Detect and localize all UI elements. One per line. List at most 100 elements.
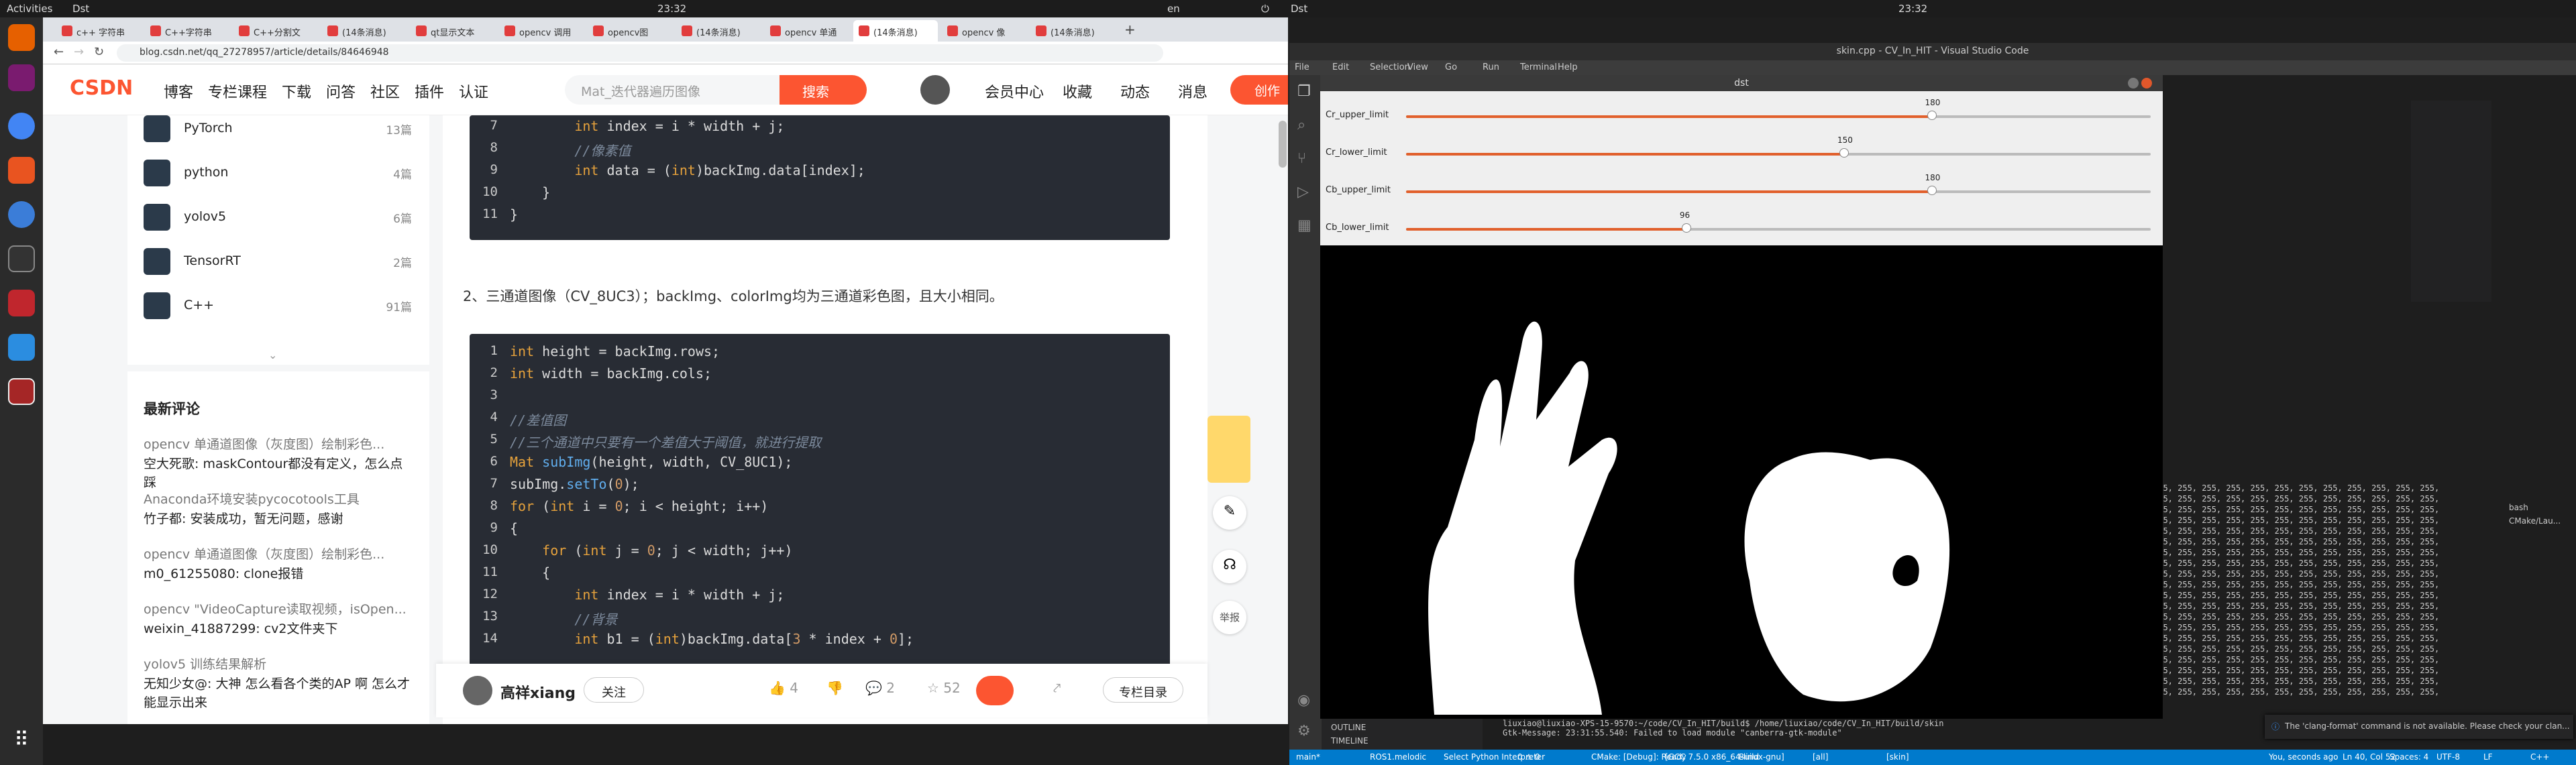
nav-item[interactable]: 问答	[326, 80, 356, 102]
status-item[interactable]: Spaces: 4	[2390, 752, 2428, 762]
comment-article-link[interactable]: opencv "VideoCapture读取视频，isOpen...	[144, 599, 407, 617]
explorer-icon[interactable]: ❐	[1297, 83, 1311, 100]
settings-gear-icon[interactable]: ⚙	[1297, 723, 1311, 740]
search-icon[interactable]: ⌕	[1297, 117, 1305, 133]
column-item[interactable]: TensorRT 2篇	[144, 244, 419, 278]
menu-item[interactable]: Terminal	[1520, 62, 1557, 72]
like-button[interactable]: 👍 4	[769, 680, 798, 696]
trackbar-track[interactable]: 180	[1406, 98, 2151, 120]
active-app-label[interactable]: Dst	[72, 3, 89, 15]
recorder-icon[interactable]	[8, 290, 35, 316]
firefox-icon[interactable]	[8, 24, 35, 51]
browser-tab[interactable]: (14条消息)	[676, 20, 761, 42]
status-item[interactable]: LF	[2483, 752, 2493, 762]
browser-tab[interactable]: (14条消息)	[1030, 20, 1115, 42]
comment-article-link[interactable]: opencv 单通道图像（灰度图）绘制彩色...	[144, 434, 384, 453]
author-avatar[interactable]	[463, 676, 492, 705]
browser-tab[interactable]: opencv 调用	[499, 20, 584, 42]
column-item[interactable]: python 4篇	[144, 156, 419, 189]
thumbs-down-icon[interactable]: 👎	[826, 680, 843, 696]
run-debug-icon[interactable]: ▷	[1297, 184, 1309, 200]
source-control-icon[interactable]: ⑂	[1297, 150, 1306, 167]
follow-button[interactable]: 关注	[584, 677, 644, 703]
status-item[interactable]: Ln 40, Col 52	[2343, 752, 2396, 762]
status-item[interactable]: Build	[1739, 752, 1759, 762]
app-store-icon[interactable]	[8, 157, 35, 184]
browser-tab[interactable]: qt显示文本	[411, 20, 495, 42]
right-nav-item[interactable]: 收藏	[1063, 80, 1092, 102]
trackbar-handle[interactable]	[1927, 111, 1937, 120]
nav-item[interactable]: 认证	[459, 80, 488, 102]
clock-right[interactable]: 23:32	[1898, 3, 1927, 15]
status-item[interactable]: You, seconds ago	[2269, 752, 2339, 762]
search-button[interactable]: 搜索	[780, 75, 867, 105]
opencv-dst-window[interactable]: dst Cr_upper_limit 180 Cr_lower_limit 150 Cb…	[1320, 75, 2163, 719]
menu-item[interactable]: Go	[1445, 62, 1457, 72]
nav-item[interactable]: 专栏课程	[208, 80, 267, 102]
browser-tab[interactable]: C++字符串	[145, 20, 229, 42]
vscode-icon[interactable]	[8, 334, 35, 361]
topbar-right-app-label[interactable]: Dst	[1291, 3, 1307, 15]
menu-item[interactable]: Help	[1558, 62, 1578, 72]
status-item[interactable]: [GCC 7.5.0 x86_64-linux-gnu]	[1665, 752, 1784, 762]
browser-tab[interactable]: opencv图	[588, 20, 672, 42]
notification-toast[interactable]: ⓘ The 'clang-format' command is not avai…	[2265, 715, 2573, 739]
reward-icon[interactable]	[976, 676, 1014, 705]
forward-icon[interactable]: →	[74, 45, 84, 59]
right-nav-item[interactable]: 消息	[1178, 80, 1208, 102]
browser-tab[interactable]: (14条消息)	[853, 20, 938, 42]
nav-item[interactable]: 插件	[415, 80, 444, 102]
terminal-icon[interactable]	[8, 245, 35, 272]
nav-item[interactable]: 下载	[282, 80, 311, 102]
right-nav-item[interactable]: 动态	[1120, 80, 1150, 102]
edit-icon[interactable]: ✎	[1213, 496, 1246, 530]
menu-item[interactable]: Run	[1483, 62, 1499, 72]
nav-item[interactable]: 社区	[370, 80, 400, 102]
status-item[interactable]: [all]	[1813, 752, 1828, 762]
csdn-logo[interactable]: CSDN	[70, 76, 133, 100]
opencv-window-icon[interactable]	[8, 378, 35, 405]
avatar[interactable]	[920, 75, 950, 105]
chrome-icon[interactable]	[8, 113, 35, 139]
trackbar-track[interactable]: 150	[1406, 135, 2151, 158]
back-icon[interactable]: ←	[54, 45, 64, 59]
menu-item[interactable]: Selection	[1370, 62, 1410, 72]
trackbar-handle[interactable]	[1681, 223, 1691, 233]
trackbar-handle[interactable]	[1927, 186, 1937, 195]
expand-chevron-icon[interactable]: ⌄	[268, 349, 277, 361]
trackbar-handle[interactable]	[1839, 148, 1849, 158]
comment-button[interactable]: 💬 2	[865, 680, 895, 696]
status-item[interactable]: [skin]	[1886, 752, 1909, 762]
column-item[interactable]: PyTorch 13篇	[144, 111, 419, 145]
status-item[interactable]: 0 ⚠ 0	[1517, 752, 1540, 762]
help-icon[interactable]	[8, 201, 35, 228]
activities-button[interactable]: Activities	[7, 3, 52, 15]
create-button[interactable]: 创作	[1230, 75, 1288, 105]
browser-tab[interactable]: (14条消息)	[322, 20, 407, 42]
headset-icon[interactable]: ☊	[1213, 550, 1246, 583]
language-indicator[interactable]: en	[1167, 3, 1180, 15]
author-name[interactable]: 高祥xiang	[500, 681, 576, 703]
browser-tab[interactable]: c++ 字符串	[56, 20, 141, 42]
star-button[interactable]: ☆ 52	[927, 680, 961, 696]
terminal-output[interactable]: 255, 255, 255, 255, 255, 255, 255, 255, …	[2153, 483, 2516, 711]
address-bar[interactable]: blog.csdn.net/qq_27278957/article/detail…	[117, 44, 1163, 62]
browser-tab[interactable]: opencv 像	[942, 20, 1026, 42]
share-icon[interactable]: ⤤	[1053, 680, 1061, 696]
status-item[interactable]: ROS1.melodic	[1370, 752, 1426, 762]
terminal-tab-bash[interactable]: bash	[2509, 503, 2576, 512]
clock[interactable]: 23:32	[657, 3, 686, 15]
right-nav-item[interactable]: 会员中心	[985, 80, 1044, 102]
browser-tab[interactable]: opencv 单通	[765, 20, 849, 42]
comment-article-link[interactable]: opencv 单通道图像（灰度图）绘制彩色...	[144, 544, 384, 563]
menu-item[interactable]: Edit	[1332, 62, 1349, 72]
catalog-button[interactable]: 专栏目录	[1103, 677, 1183, 703]
terminal-tab-cmake[interactable]: CMake/Lau...	[2509, 516, 2576, 526]
status-item[interactable]: UTF-8	[2436, 752, 2460, 762]
nav-item[interactable]: 博客	[164, 80, 193, 102]
menu-item[interactable]: View	[1407, 62, 1428, 72]
column-item[interactable]: yolov5 6篇	[144, 200, 419, 233]
browser-tab[interactable]: C++分割文	[233, 20, 318, 42]
column-item[interactable]: C++ 91篇	[144, 288, 419, 322]
page-scrollbar[interactable]	[1279, 121, 1287, 168]
